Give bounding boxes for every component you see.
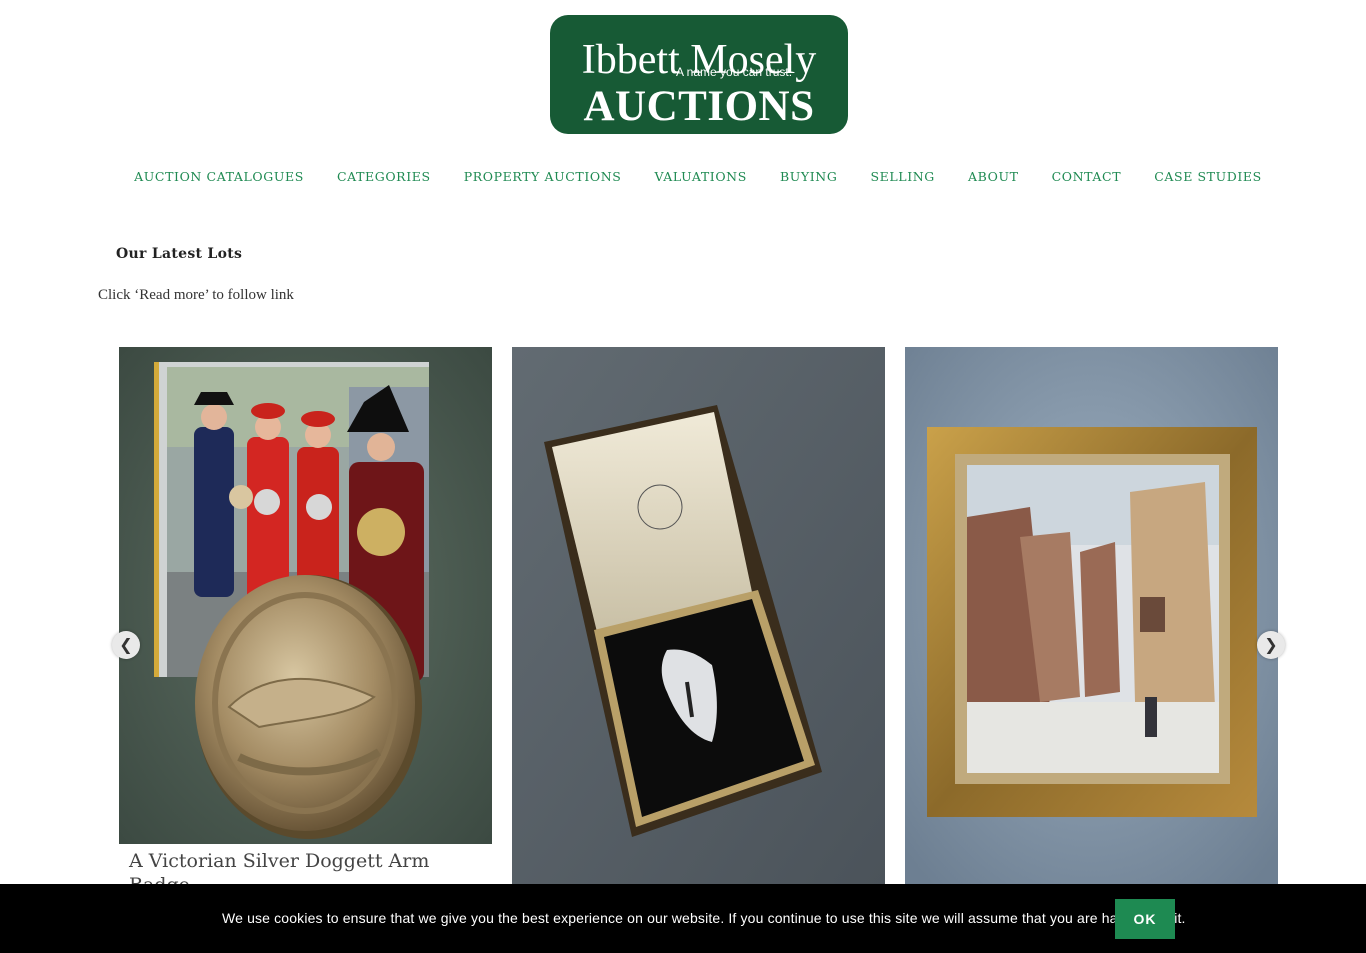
lot-card[interactable]: A Victorian Silver Doggett Arm Badge <box>119 347 492 884</box>
carousel-next-button[interactable]: ❯ <box>1257 631 1285 659</box>
cookie-banner: We use cookies to ensure that we give yo… <box>0 884 1366 953</box>
cookie-text: We use cookies to ensure that we give yo… <box>222 910 1186 926</box>
lot-title[interactable]: A Victorian Silver Doggett Arm Badge <box>129 849 449 884</box>
carousel-prev-button[interactable]: ❮ <box>112 631 140 659</box>
nav-case-studies[interactable]: CASE STUDIES <box>1154 169 1262 184</box>
nav-about[interactable]: ABOUT <box>968 169 1019 184</box>
cookie-ok-button[interactable]: OK <box>1115 899 1175 939</box>
nav-property-auctions[interactable]: PROPERTY AUCTIONS <box>464 169 622 184</box>
chevron-left-icon: ❮ <box>119 635 133 654</box>
lot-image-painting[interactable] <box>905 347 1278 884</box>
nav-buying[interactable]: BUYING <box>780 169 837 184</box>
lot-card[interactable] <box>512 347 885 884</box>
logo-auctions: AUCTIONS <box>583 83 815 130</box>
site-logo[interactable]: Ibbett Mosely A name you can trust. AUCT… <box>550 15 848 134</box>
chevron-right-icon: ❯ <box>1264 635 1278 654</box>
nav-valuations[interactable]: VALUATIONS <box>655 169 747 184</box>
lot-card[interactable] <box>905 347 1278 884</box>
nav-selling[interactable]: SELLING <box>871 169 935 184</box>
nav-categories[interactable]: CATEGORIES <box>337 169 431 184</box>
section-heading: Our Latest Lots <box>116 246 243 262</box>
main-nav: AUCTION CATALOGUES CATEGORIES PROPERTY A… <box>0 166 1366 185</box>
lot-image-badge[interactable] <box>119 347 492 844</box>
logo-tagline: A name you can trust. <box>676 65 793 79</box>
nav-auction-catalogues[interactable]: AUCTION CATALOGUES <box>134 169 304 184</box>
nav-contact[interactable]: CONTACT <box>1052 169 1122 184</box>
section-subtitle: Click ‘Read more’ to follow link <box>98 287 294 303</box>
lot-image-brooch[interactable] <box>512 347 885 884</box>
